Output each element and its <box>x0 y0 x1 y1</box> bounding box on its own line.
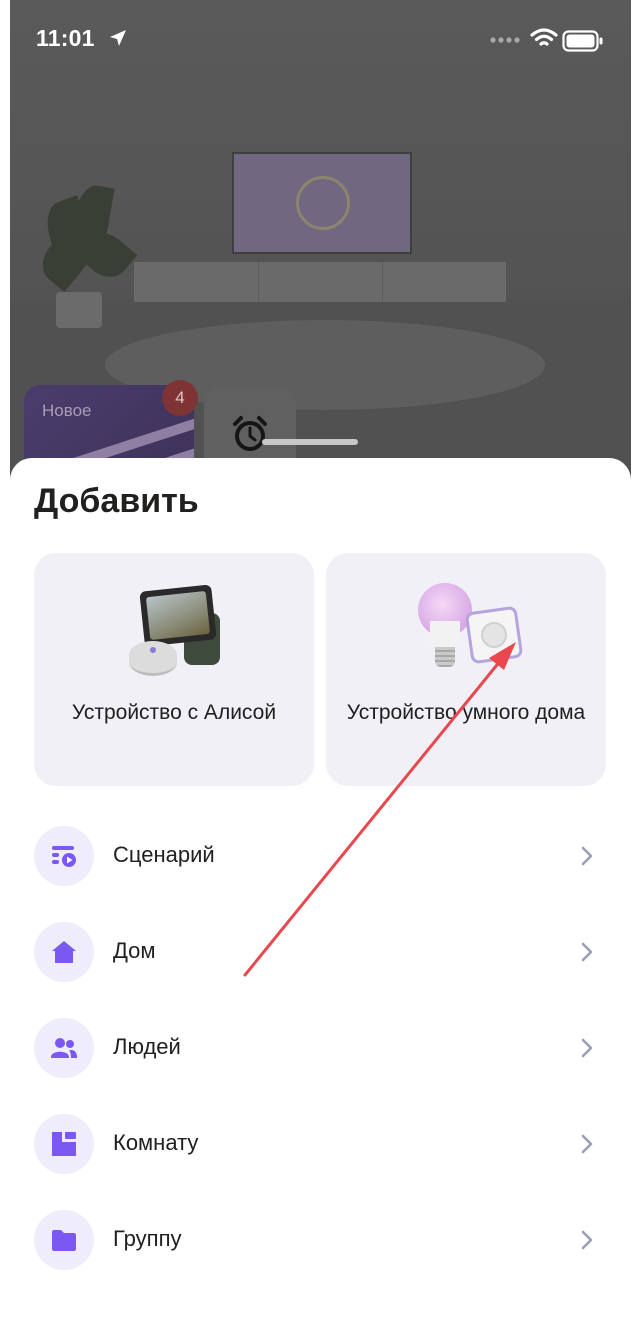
alice-mini-speaker-illustration <box>129 641 177 676</box>
location-arrow-icon <box>110 30 126 46</box>
alice-station-illustration <box>139 584 217 647</box>
menu-item-home[interactable]: Дом <box>34 919 604 985</box>
people-icon <box>51 1038 77 1058</box>
chevron-right-icon <box>581 1230 593 1250</box>
bulb-body <box>430 621 460 649</box>
alarm-clock-icon <box>233 416 267 451</box>
folder-icon <box>52 1230 76 1251</box>
menu-label: Группу <box>113 1226 182 1251</box>
bulb-base <box>435 647 455 667</box>
add-bottom-sheet: Добавить Устройство с Алисой Устройство … <box>10 458 631 1343</box>
scenario-icon <box>52 846 76 867</box>
notification-badge: 4 <box>162 380 198 416</box>
alice-ring-icon <box>296 176 350 230</box>
sheet-title: Добавить <box>34 482 199 520</box>
chevron-right-icon <box>581 942 593 962</box>
menu-item-people[interactable]: Людей <box>34 1015 604 1081</box>
wifi-icon <box>530 28 558 46</box>
house-icon <box>52 941 76 963</box>
menu-item-room[interactable]: Комнату <box>34 1111 604 1177</box>
menu-label: Людей <box>113 1034 181 1059</box>
menu-label: Сценарий <box>113 842 215 867</box>
news-label: Новое <box>42 401 92 420</box>
status-time: 11:01 <box>36 25 95 51</box>
battery-icon <box>562 30 603 52</box>
add-alice-device-card[interactable]: Устройство с Алисой <box>34 553 314 786</box>
tv-stand <box>134 262 506 302</box>
menu-label: Комнату <box>113 1130 199 1155</box>
sheet-grabber[interactable] <box>262 439 358 445</box>
tv-screen <box>232 152 412 254</box>
room-icon <box>52 1132 76 1156</box>
chevron-right-icon <box>581 1038 593 1058</box>
chevron-right-icon <box>581 846 593 866</box>
smart-socket-illustration <box>464 605 524 665</box>
screen: Новое 4 11:01 Добавить Устройство с Алис… <box>0 0 641 1343</box>
card-label: Устройство с Алисой <box>71 701 277 724</box>
card-label: Устройство умного дома <box>346 701 586 724</box>
plant-pot <box>56 292 102 328</box>
menu-item-scenario[interactable]: Сценарий <box>34 823 604 889</box>
cellular-signal-icon <box>490 37 520 43</box>
menu-label: Дом <box>113 938 156 963</box>
chevron-right-icon <box>581 1134 593 1154</box>
menu-item-group[interactable]: Группу <box>34 1207 604 1273</box>
add-smart-home-device-card[interactable]: Устройство умного дома <box>326 553 606 786</box>
